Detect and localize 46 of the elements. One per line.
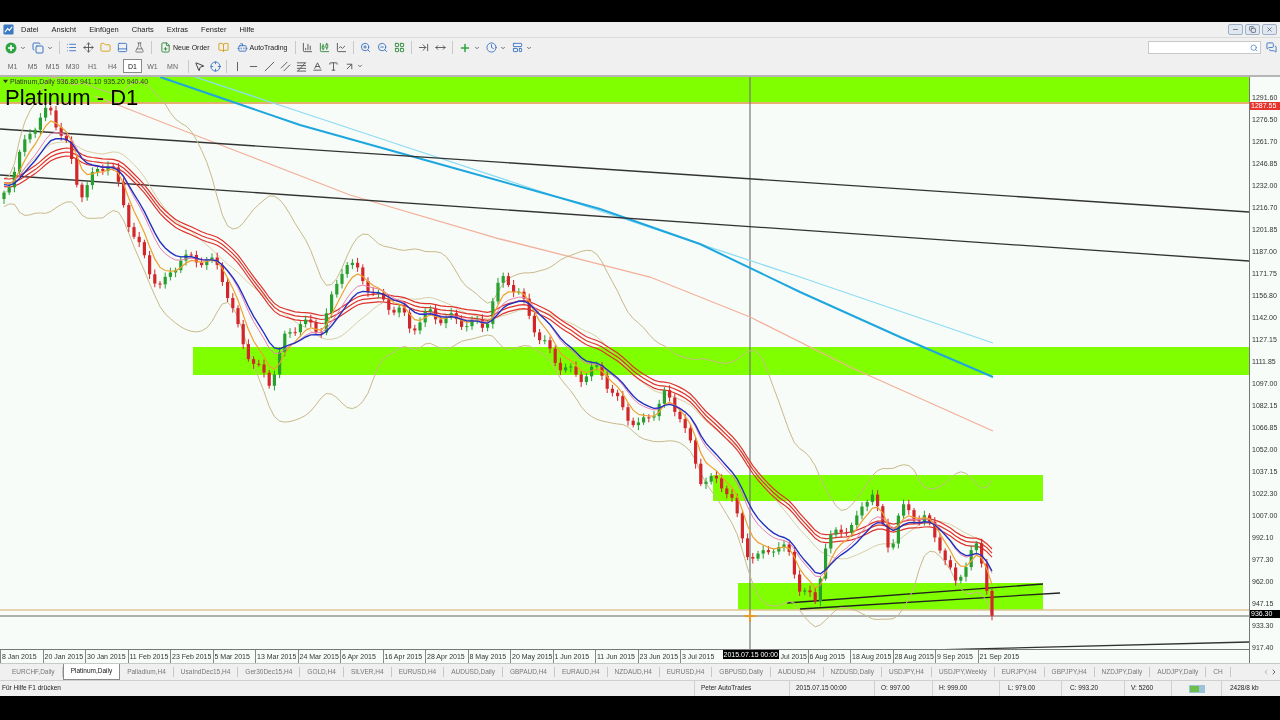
cursor-icon[interactable] bbox=[194, 60, 205, 72]
channel-icon[interactable] bbox=[280, 60, 291, 72]
bar-chart-icon[interactable] bbox=[302, 42, 314, 53]
move-icon[interactable] bbox=[83, 42, 94, 53]
flask-icon[interactable] bbox=[134, 42, 145, 53]
search-icon bbox=[1250, 43, 1258, 52]
chart-title: Platinum - D1 bbox=[5, 87, 139, 109]
line-chart-icon[interactable] bbox=[336, 42, 348, 53]
chat-icon[interactable] bbox=[1266, 42, 1277, 53]
book-icon[interactable] bbox=[217, 42, 229, 53]
clock-icon[interactable] bbox=[486, 42, 498, 53]
restore-icon[interactable] bbox=[1245, 24, 1260, 35]
candlestick-chart-icon[interactable] bbox=[319, 42, 331, 53]
triangle-icon bbox=[3, 79, 8, 84]
trend-line-icon[interactable] bbox=[264, 60, 275, 72]
caret-icon[interactable] bbox=[500, 44, 507, 51]
text-tool-icon[interactable] bbox=[312, 60, 323, 72]
caret-icon[interactable] bbox=[474, 44, 481, 51]
list-icon[interactable] bbox=[66, 42, 77, 53]
fibonacci-icon[interactable] bbox=[296, 60, 307, 72]
scroll-right-icon[interactable] bbox=[1270, 668, 1278, 676]
folder-icon[interactable] bbox=[100, 42, 111, 53]
file-plus-icon bbox=[160, 42, 171, 53]
copy-icon[interactable] bbox=[32, 41, 44, 54]
caret-icon[interactable] bbox=[20, 44, 26, 51]
panel-icon[interactable] bbox=[117, 42, 128, 53]
caret-icon[interactable] bbox=[357, 63, 363, 69]
robot-icon bbox=[236, 42, 248, 53]
connection-icon bbox=[1188, 684, 1205, 693]
plus-icon[interactable] bbox=[459, 41, 472, 54]
minimize-icon[interactable] bbox=[1228, 24, 1243, 35]
app-icon[interactable] bbox=[3, 24, 14, 35]
label-tool-icon[interactable] bbox=[328, 60, 339, 72]
grid-icon[interactable] bbox=[394, 42, 406, 53]
plus-circle-icon[interactable] bbox=[5, 41, 17, 54]
template-icon[interactable] bbox=[512, 42, 524, 53]
crosshair-icon[interactable] bbox=[210, 60, 221, 72]
arrow-to-line-icon[interactable] bbox=[418, 42, 430, 53]
caret-icon[interactable] bbox=[526, 44, 533, 51]
zoom-out-icon[interactable] bbox=[377, 42, 389, 53]
zoom-in-icon[interactable] bbox=[360, 42, 372, 53]
caret-icon[interactable] bbox=[47, 44, 53, 51]
horizontal-arrows-icon[interactable] bbox=[435, 42, 447, 53]
crosshair-cursor-icon bbox=[743, 609, 757, 623]
search-field[interactable] bbox=[1148, 41, 1261, 54]
close-icon[interactable] bbox=[1262, 24, 1277, 35]
